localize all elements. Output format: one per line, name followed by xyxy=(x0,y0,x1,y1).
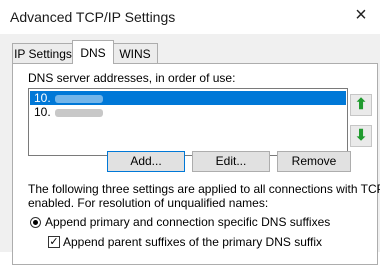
append-parent-label[interactable]: Append parent suffixes of the primary DN… xyxy=(63,235,322,249)
dns-server-list-label: DNS server addresses, in order of use: xyxy=(28,71,236,85)
dns-tab-panel: DNS server addresses, in order of use: 1… xyxy=(12,63,380,265)
add-button[interactable]: Add... xyxy=(107,151,185,172)
append-primary-label[interactable]: Append primary and connection specific D… xyxy=(45,215,330,229)
remove-button[interactable]: Remove xyxy=(277,151,351,172)
close-icon[interactable]: × xyxy=(350,4,372,26)
edit-button[interactable]: Edit... xyxy=(192,151,270,172)
append-parent-checkbox[interactable]: ✓ xyxy=(48,236,60,248)
window-title: Advanced TCP/IP Settings xyxy=(10,9,176,25)
dns-server-list[interactable]: 10. 10. xyxy=(28,88,348,156)
dns-server-address: 10. xyxy=(34,91,51,105)
list-item[interactable]: 10. xyxy=(30,91,346,105)
tab-dns[interactable]: DNS xyxy=(72,40,114,64)
list-item[interactable]: 10. xyxy=(30,105,346,119)
append-primary-radio[interactable] xyxy=(30,217,41,228)
move-up-button[interactable]: ⬆ xyxy=(350,94,372,116)
redacted-address xyxy=(54,94,103,103)
arrow-down-icon: ⬇ xyxy=(354,127,368,144)
dialog-body: IP Settings DNS WINS DNS server addresse… xyxy=(0,34,380,265)
tab-ip-settings[interactable]: IP Settings xyxy=(12,43,74,64)
tab-wins[interactable]: WINS xyxy=(112,43,158,64)
title-bar: Advanced TCP/IP Settings × xyxy=(0,0,380,34)
redacted-address xyxy=(54,108,103,117)
dns-settings-info-line2: enabled. For resolution of unqualified n… xyxy=(28,196,269,210)
move-down-button[interactable]: ⬇ xyxy=(350,125,372,147)
dns-server-address: 10. xyxy=(34,105,51,119)
arrow-up-icon: ⬆ xyxy=(354,96,368,113)
dns-settings-info-line1: The following three settings are applied… xyxy=(28,182,380,196)
